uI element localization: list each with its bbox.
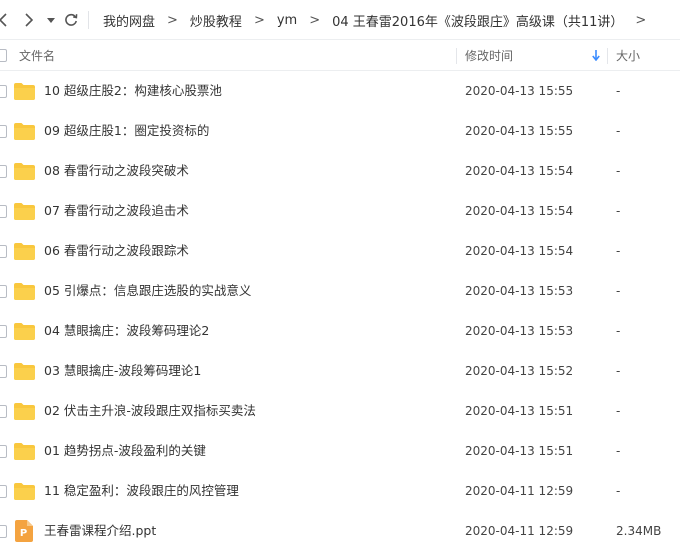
file-modified-time: 2020-04-13 15:54 <box>465 164 574 178</box>
file-name[interactable]: 11 稳定盈利：波段跟庄的风控管理 <box>44 471 239 511</box>
column-header-modified[interactable]: 修改时间 <box>465 41 513 71</box>
forward-chevron-icon[interactable] <box>22 12 36 28</box>
file-row[interactable]: 09 超级庄股1：圈定投资标的 2020-04-13 15:55 - <box>0 111 680 151</box>
file-list: 10 超级庄股2：构建核心股票池 2020-04-13 15:55 - 09 超级庄… <box>0 71 680 551</box>
row-checkbox[interactable] <box>0 405 7 418</box>
file-name[interactable]: 10 超级庄股2：构建核心股票池 <box>44 71 222 111</box>
row-checkbox[interactable] <box>0 125 7 138</box>
file-modified-time: 2020-04-13 15:54 <box>465 204 574 218</box>
file-modified-time: 2020-04-13 15:54 <box>465 244 574 258</box>
row-checkbox[interactable] <box>0 205 7 218</box>
file-name[interactable]: 09 超级庄股1：圈定投资标的 <box>44 111 209 151</box>
file-row[interactable]: 02 伏击主升浪-波段跟庄双指标买卖法 2020-04-13 15:51 - <box>0 391 680 431</box>
breadcrumb-item[interactable]: 炒股教程 <box>190 11 242 30</box>
file-name[interactable]: 01 趋势拐点-波段盈利的关键 <box>44 431 206 471</box>
row-checkbox[interactable] <box>0 165 7 178</box>
column-divider[interactable] <box>607 48 608 64</box>
file-name[interactable]: 05 引爆点：信息跟庄选股的实战意义 <box>44 271 251 311</box>
file-modified-time: 2020-04-13 15:51 <box>465 444 574 458</box>
file-modified-time: 2020-04-13 15:55 <box>465 124 574 138</box>
sort-down-arrow-icon[interactable] <box>592 50 600 64</box>
breadcrumb-item[interactable]: 我的网盘 <box>103 11 155 30</box>
file-size: - <box>616 244 621 258</box>
file-row[interactable]: 08 春雷行动之波段突破术 2020-04-13 15:54 - <box>0 151 680 191</box>
breadcrumb-chevron-icon: > <box>253 12 265 28</box>
file-size: - <box>616 364 621 378</box>
file-size: - <box>616 284 621 298</box>
folder-icon <box>14 122 35 140</box>
file-modified-time: 2020-04-13 15:53 <box>465 284 574 298</box>
file-name[interactable]: 03 慧眼擒庄-波段筹码理论1 <box>44 351 201 391</box>
file-name[interactable]: 07 春雷行动之波段追击术 <box>44 191 189 231</box>
file-name[interactable]: 06 春雷行动之波段跟踪术 <box>44 231 189 271</box>
breadcrumb-item-current[interactable]: 04 王春雷2016年《波段跟庄》高级课（共11讲） <box>332 11 623 30</box>
breadcrumb-chevron-icon[interactable]: > <box>635 13 646 28</box>
file-size: 2.34MB <box>616 524 662 538</box>
file-modified-time: 2020-04-11 12:59 <box>465 524 574 538</box>
back-chevron-icon[interactable] <box>0 12 10 28</box>
ppt-icon-letter: P <box>20 528 27 539</box>
folder-icon <box>14 82 35 100</box>
file-row[interactable]: 01 趋势拐点-波段盈利的关键 2020-04-13 15:51 - <box>0 431 680 471</box>
column-header-size[interactable]: 大小 <box>616 41 640 71</box>
folder-icon <box>14 362 35 380</box>
file-size: - <box>616 84 621 98</box>
folder-icon <box>14 282 35 300</box>
breadcrumb-chevron-icon: > <box>309 12 321 28</box>
row-checkbox[interactable] <box>0 85 7 98</box>
file-name[interactable]: 08 春雷行动之波段突破术 <box>44 151 189 191</box>
file-modified-time: 2020-04-13 15:53 <box>465 324 574 338</box>
file-list-header: 文件名 修改时间 大小 <box>0 41 680 71</box>
folder-icon <box>14 202 35 220</box>
file-name[interactable]: 02 伏击主升浪-波段跟庄双指标买卖法 <box>44 391 256 431</box>
file-name[interactable]: 王春雷课程介绍.ppt <box>44 511 156 551</box>
breadcrumb: 我的网盘 > 炒股教程 > ym > 04 王春雷2016年《波段跟庄》高级课（… <box>103 0 658 40</box>
ppt-file-icon: P <box>14 520 35 542</box>
file-size: - <box>616 204 621 218</box>
file-row[interactable]: 07 春雷行动之波段追击术 2020-04-13 15:54 - <box>0 191 680 231</box>
file-modified-time: 2020-04-13 15:51 <box>465 404 574 418</box>
file-row[interactable]: 10 超级庄股2：构建核心股票池 2020-04-13 15:55 - <box>0 71 680 111</box>
file-size: - <box>616 404 621 418</box>
file-row[interactable]: P 王春雷课程介绍.ppt 2020-04-11 12:59 2.34MB <box>0 511 680 551</box>
file-modified-time: 2020-04-13 15:55 <box>465 84 574 98</box>
row-checkbox[interactable] <box>0 445 7 458</box>
row-checkbox[interactable] <box>0 245 7 258</box>
folder-icon <box>14 402 35 420</box>
file-row[interactable]: 11 稳定盈利：波段跟庄的风控管理 2020-04-11 12:59 - <box>0 471 680 511</box>
file-row[interactable]: 04 慧眼擒庄：波段筹码理论2 2020-04-13 15:53 - <box>0 311 680 351</box>
row-checkbox[interactable] <box>0 365 7 378</box>
file-row[interactable]: 05 引爆点：信息跟庄选股的实战意义 2020-04-13 15:53 - <box>0 271 680 311</box>
breadcrumb-item[interactable]: ym <box>277 13 297 28</box>
breadcrumb-chevron-icon: > <box>167 12 178 28</box>
file-modified-time: 2020-04-13 15:52 <box>465 364 574 378</box>
file-size: - <box>616 124 621 138</box>
folder-icon <box>14 442 35 460</box>
file-size: - <box>616 484 621 498</box>
select-all-checkbox[interactable] <box>0 49 7 62</box>
file-size: - <box>616 444 621 458</box>
folder-icon <box>14 162 35 180</box>
row-checkbox[interactable] <box>0 325 7 338</box>
column-header-name[interactable]: 文件名 <box>19 41 55 71</box>
file-size: - <box>616 164 621 178</box>
file-modified-time: 2020-04-11 12:59 <box>465 484 574 498</box>
nav-divider <box>88 11 89 29</box>
history-dropdown-icon[interactable] <box>46 16 56 24</box>
row-checkbox[interactable] <box>0 525 7 538</box>
row-checkbox[interactable] <box>0 485 7 498</box>
file-size: - <box>616 324 621 338</box>
folder-icon <box>14 242 35 260</box>
column-divider[interactable] <box>456 48 457 64</box>
row-checkbox[interactable] <box>0 285 7 298</box>
file-name[interactable]: 04 慧眼擒庄：波段筹码理论2 <box>44 311 209 351</box>
refresh-icon[interactable] <box>63 12 79 28</box>
file-row[interactable]: 06 春雷行动之波段跟踪术 2020-04-13 15:54 - <box>0 231 680 271</box>
folder-icon <box>14 322 35 340</box>
folder-icon <box>14 482 35 500</box>
navigation-bar: 我的网盘 > 炒股教程 > ym > 04 王春雷2016年《波段跟庄》高级课（… <box>0 0 680 40</box>
file-row[interactable]: 03 慧眼擒庄-波段筹码理论1 2020-04-13 15:52 - <box>0 351 680 391</box>
